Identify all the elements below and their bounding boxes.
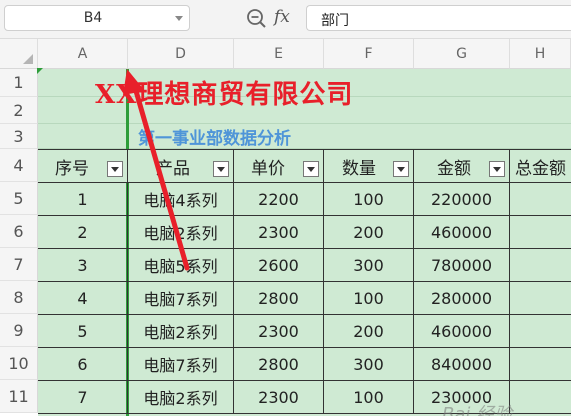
row-header-4[interactable]: 4 — [0, 149, 38, 182]
filter-dropdown-icon[interactable] — [213, 161, 229, 177]
cell-qty[interactable]: 200 — [324, 315, 414, 348]
cell-seq[interactable]: 1 — [38, 183, 128, 216]
cell-total[interactable] — [510, 348, 571, 381]
column-header-g[interactable]: G — [414, 39, 510, 69]
fx-icon[interactable]: fx — [274, 7, 298, 29]
cell-seq[interactable]: 2 — [38, 216, 128, 249]
header-cell-price[interactable]: 单价 — [234, 149, 324, 183]
cell-price[interactable]: 2600 — [234, 249, 324, 282]
cell-qty[interactable]: 300 — [324, 348, 414, 381]
cell-total[interactable] — [510, 249, 571, 282]
chevron-down-icon[interactable] — [175, 16, 183, 21]
cell-amount[interactable]: 780000 — [414, 249, 510, 282]
row-header-7[interactable]: 7 — [0, 248, 38, 281]
cell-seq[interactable]: 3 — [38, 249, 128, 282]
cell-seq[interactable]: 7 — [38, 381, 128, 414]
formula-bar: B4 fx 部门 — [0, 0, 571, 39]
column-header-a[interactable]: A — [38, 39, 128, 69]
cell-amount[interactable]: 460000 — [414, 315, 510, 348]
cell-total[interactable] — [510, 381, 571, 414]
row-header-8[interactable]: 8 — [0, 281, 38, 314]
cell-product[interactable]: 电脑2系列 — [128, 216, 234, 249]
cell-qty[interactable]: 100 — [324, 381, 414, 414]
name-box-value: B4 — [83, 10, 103, 26]
column-header-d[interactable]: D — [128, 39, 234, 69]
cell-total[interactable] — [510, 216, 571, 249]
header-label-total: 总金额 — [515, 158, 566, 179]
row-header-11[interactable]: 11 — [0, 380, 38, 413]
cell-product[interactable]: 电脑5系列 — [128, 249, 234, 282]
row-header-2[interactable]: 2 — [0, 97, 38, 124]
cell-amount[interactable]: 840000 — [414, 348, 510, 381]
cell-qty[interactable]: 100 — [324, 282, 414, 315]
name-box[interactable]: B4 — [4, 5, 190, 31]
cell-total[interactable] — [510, 315, 571, 348]
watermark: Bai 经验 — [442, 404, 513, 416]
row-header-1[interactable]: 1 — [0, 69, 38, 97]
cell-price[interactable]: 2800 — [234, 348, 324, 381]
cell-product[interactable]: 电脑7系列 — [128, 282, 234, 315]
header-label-seq: 序号 — [55, 158, 89, 179]
company-title: XX理想商贸有限公司 — [95, 80, 354, 110]
cell-product[interactable]: 电脑7系列 — [128, 348, 234, 381]
cell-total[interactable] — [510, 282, 571, 315]
cell-qty[interactable]: 300 — [324, 249, 414, 282]
header-cell-product[interactable]: 产品 — [128, 149, 234, 183]
cell-amount[interactable]: 220000 — [414, 183, 510, 216]
row-header-3[interactable]: 3 — [0, 124, 38, 149]
select-all-corner[interactable] — [0, 39, 38, 69]
cell-seq[interactable]: 5 — [38, 315, 128, 348]
header-label-price: 单价 — [251, 158, 285, 179]
cell-price[interactable]: 2300 — [234, 315, 324, 348]
row-header-10[interactable]: 10 — [0, 347, 38, 380]
spreadsheet-grid: A D E F G H 1 2 3 4 5 6 7 8 9 10 11 XX理想… — [0, 39, 571, 416]
header-label-amount: 金额 — [437, 158, 471, 179]
cell-amount[interactable]: 460000 — [414, 216, 510, 249]
cell-product[interactable]: 电脑2系列 — [128, 315, 234, 348]
cell-product[interactable]: 电脑4系列 — [128, 183, 234, 216]
row-header-6[interactable]: 6 — [0, 215, 38, 248]
sheet-subtitle: 第一事业部数据分析 — [138, 129, 291, 149]
selection-marker — [37, 68, 43, 74]
filter-dropdown-icon[interactable] — [393, 161, 409, 177]
cell-amount[interactable]: 280000 — [414, 282, 510, 315]
header-label-qty: 数量 — [342, 158, 376, 179]
column-header-h[interactable]: H — [510, 39, 571, 69]
cell-seq[interactable]: 4 — [38, 282, 128, 315]
cell-product[interactable]: 电脑2系列 — [128, 381, 234, 414]
row-header-9[interactable]: 9 — [0, 314, 38, 347]
cell-price[interactable]: 2200 — [234, 183, 324, 216]
cell-qty[interactable]: 100 — [324, 183, 414, 216]
column-header-e[interactable]: E — [234, 39, 324, 69]
header-cell-amount[interactable]: 金额 — [414, 149, 510, 183]
cell-total[interactable] — [510, 183, 571, 216]
cell-qty[interactable]: 200 — [324, 216, 414, 249]
zoom-icon[interactable] — [245, 7, 267, 29]
filter-dropdown-icon[interactable] — [303, 161, 319, 177]
filter-dropdown-icon[interactable] — [489, 161, 505, 177]
filter-dropdown-icon[interactable] — [107, 161, 123, 177]
header-cell-qty[interactable]: 数量 — [324, 149, 414, 183]
cell-price[interactable]: 2300 — [234, 381, 324, 414]
cell-seq[interactable]: 6 — [38, 348, 128, 381]
column-header-f[interactable]: F — [324, 39, 414, 69]
row-header-5[interactable]: 5 — [0, 182, 38, 215]
cell-price[interactable]: 2800 — [234, 282, 324, 315]
header-cell-total[interactable]: 总金额 — [510, 149, 571, 183]
header-cell-seq[interactable]: 序号 — [38, 149, 128, 183]
header-label-product: 产品 — [156, 158, 190, 179]
formula-value: 部门 — [321, 13, 349, 29]
formula-input[interactable]: 部门 — [306, 5, 571, 31]
cell-price[interactable]: 2300 — [234, 216, 324, 249]
